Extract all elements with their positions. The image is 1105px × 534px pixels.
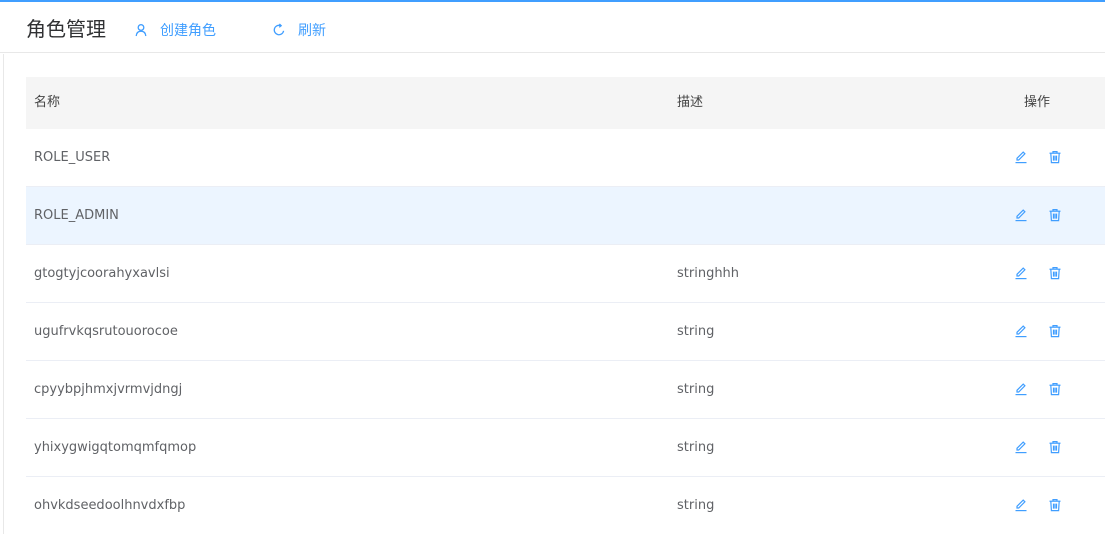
row-actions (1014, 498, 1062, 512)
column-header-actions: 操作 (1024, 95, 1051, 110)
left-divider (3, 54, 4, 534)
roles-table: 名称 描述 操作 ROLE_USER ROLE_ADMIN gtogtyjcoo… (26, 77, 1105, 534)
role-description: string (677, 382, 715, 397)
create-role-button[interactable]: 创建角色 (134, 18, 216, 42)
edit-icon[interactable] (1014, 324, 1028, 338)
page: 角色管理 创建角色 刷新 名称 描述 操作 ROLE_USER ROLE_ADM… (0, 0, 1105, 534)
edit-icon[interactable] (1014, 382, 1028, 396)
role-description: string (677, 498, 715, 513)
role-name: ohvkdseedoolhnvdxfbp (34, 498, 186, 513)
table-row[interactable]: ROLE_ADMIN (26, 187, 1105, 245)
edit-icon[interactable] (1014, 208, 1028, 222)
trash-icon[interactable] (1048, 208, 1062, 222)
role-name: ugufrvkqsrutouorocoe (34, 324, 178, 339)
page-header: 角色管理 创建角色 刷新 (0, 2, 1105, 53)
table-row[interactable]: ohvkdseedoolhnvdxfbp string (26, 477, 1105, 534)
trash-icon[interactable] (1048, 440, 1062, 454)
refresh-label: 刷新 (298, 23, 326, 39)
role-description: string (677, 324, 715, 339)
trash-icon[interactable] (1048, 266, 1062, 280)
role-name: ROLE_ADMIN (34, 208, 119, 223)
create-role-label: 创建角色 (160, 23, 216, 39)
row-actions (1014, 382, 1062, 396)
column-header-description: 描述 (677, 95, 704, 110)
role-name: yhixygwigqtomqmfqmop (34, 440, 197, 455)
trash-icon[interactable] (1048, 382, 1062, 396)
row-actions (1014, 266, 1062, 280)
table-row[interactable]: gtogtyjcoorahyxavlsi stringhhh (26, 245, 1105, 303)
refresh-button[interactable]: 刷新 (272, 18, 326, 42)
role-description: string (677, 440, 715, 455)
table-row[interactable]: ugufrvkqsrutouorocoe string (26, 303, 1105, 361)
role-name: cpyybpjhmxjvrmvjdngj (34, 382, 183, 397)
role-name: ROLE_USER (34, 150, 111, 165)
column-header-name: 名称 (34, 95, 61, 110)
table-row[interactable]: cpyybpjhmxjvrmvjdngj string (26, 361, 1105, 419)
table-header: 名称 描述 操作 (26, 77, 1105, 129)
edit-icon[interactable] (1014, 498, 1028, 512)
page-title: 角色管理 (26, 17, 106, 41)
row-actions (1014, 440, 1062, 454)
refresh-icon (272, 23, 286, 37)
trash-icon[interactable] (1048, 498, 1062, 512)
row-actions (1014, 150, 1062, 164)
trash-icon[interactable] (1048, 324, 1062, 338)
table-body: ROLE_USER ROLE_ADMIN gtogtyjcoorahyxavls… (26, 129, 1105, 534)
edit-icon[interactable] (1014, 266, 1028, 280)
edit-icon[interactable] (1014, 150, 1028, 164)
row-actions (1014, 324, 1062, 338)
role-description: stringhhh (677, 266, 740, 281)
user-icon (134, 23, 148, 37)
role-name: gtogtyjcoorahyxavlsi (34, 266, 170, 281)
edit-icon[interactable] (1014, 440, 1028, 454)
row-actions (1014, 208, 1062, 222)
table-row[interactable]: ROLE_USER (26, 129, 1105, 187)
table-row[interactable]: yhixygwigqtomqmfqmop string (26, 419, 1105, 477)
trash-icon[interactable] (1048, 150, 1062, 164)
